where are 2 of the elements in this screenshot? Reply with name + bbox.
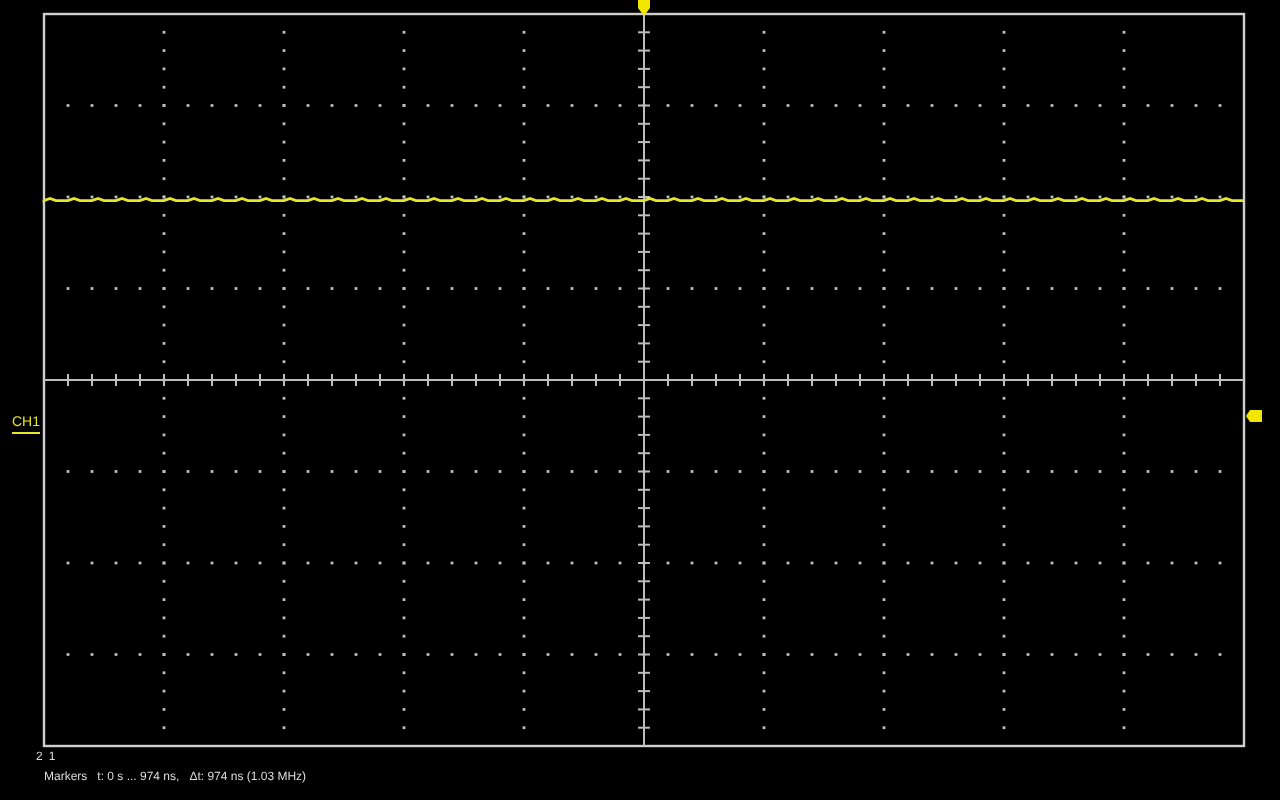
trigger-position-icon[interactable] — [638, 0, 650, 16]
trigger-level-icon[interactable] — [1246, 410, 1262, 422]
